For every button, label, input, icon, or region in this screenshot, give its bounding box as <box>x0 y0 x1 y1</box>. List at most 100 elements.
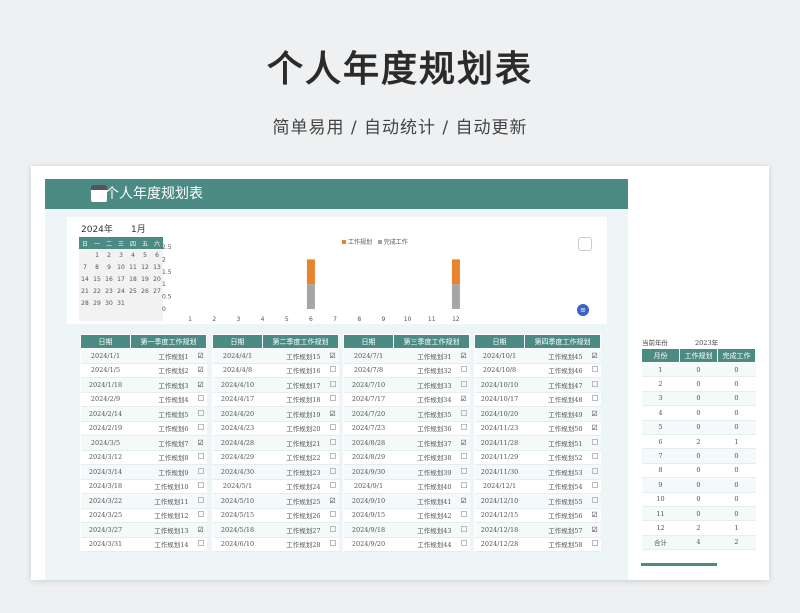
calendar-day[interactable]: 24 <box>115 285 127 297</box>
done-checkbox[interactable]: ☑ <box>194 363 207 378</box>
date-cell[interactable]: 2024/5/1 <box>212 479 263 494</box>
plan-cell[interactable]: 工作规划15 <box>262 348 327 364</box>
done-checkbox[interactable] <box>588 537 601 552</box>
done-checkbox[interactable] <box>588 450 601 465</box>
calendar-day[interactable]: 30 <box>103 297 115 309</box>
done-checkbox[interactable] <box>194 537 207 552</box>
done-checkbox[interactable]: ☑ <box>194 435 207 451</box>
plan-cell[interactable]: 工作规划5 <box>130 406 195 422</box>
plan-cell[interactable]: 工作规划3 <box>130 377 195 393</box>
date-cell[interactable]: 2024/7/23 <box>343 421 394 436</box>
date-cell[interactable]: 2024/4/20 <box>212 406 263 422</box>
done-checkbox[interactable]: ☑ <box>194 522 207 538</box>
date-cell[interactable]: 2024/1/1 <box>80 348 131 364</box>
date-cell[interactable]: 2024/10/1 <box>474 348 525 364</box>
calendar-year[interactable]: 2024年 <box>81 222 113 235</box>
plan-cell[interactable]: 工作规划48 <box>524 392 589 407</box>
plan-cell[interactable]: 工作规划35 <box>393 406 458 422</box>
plan-cell[interactable]: 工作规划20 <box>262 421 327 436</box>
plan-cell[interactable]: 工作规划1 <box>130 348 195 364</box>
calendar-day[interactable]: 4 <box>127 249 139 261</box>
done-checkbox[interactable]: ☑ <box>588 406 601 422</box>
date-cell[interactable]: 2024/12/28 <box>474 537 525 552</box>
date-cell[interactable]: 2024/10/8 <box>474 363 525 378</box>
date-cell[interactable]: 2024/7/17 <box>343 392 394 407</box>
date-cell[interactable]: 2024/3/31 <box>80 537 131 552</box>
plan-cell[interactable]: 工作规划38 <box>393 450 458 465</box>
date-cell[interactable]: 2024/4/29 <box>212 450 263 465</box>
plan-cell[interactable]: 工作规划41 <box>393 493 458 509</box>
calendar-day[interactable]: 28 <box>79 297 91 309</box>
plan-cell[interactable]: 工作规划26 <box>262 508 327 523</box>
done-checkbox[interactable] <box>588 493 601 509</box>
calendar-day[interactable] <box>127 297 139 309</box>
date-cell[interactable]: 2024/3/18 <box>80 479 131 494</box>
plan-cell[interactable]: 工作规划6 <box>130 421 195 436</box>
date-cell[interactable]: 2024/4/8 <box>212 363 263 378</box>
date-cell[interactable]: 2024/7/1 <box>343 348 394 364</box>
date-cell[interactable]: 2024/1/18 <box>80 377 131 393</box>
plan-cell[interactable]: 工作规划8 <box>130 450 195 465</box>
plan-cell[interactable]: 工作规划25 <box>262 493 327 509</box>
date-cell[interactable]: 2024/12/18 <box>474 522 525 538</box>
date-cell[interactable]: 2024/9/30 <box>343 464 394 480</box>
plan-cell[interactable]: 工作规划24 <box>262 479 327 494</box>
done-checkbox[interactable] <box>194 464 207 480</box>
done-checkbox[interactable] <box>194 450 207 465</box>
calendar-day[interactable]: 29 <box>91 297 103 309</box>
done-checkbox[interactable] <box>588 435 601 451</box>
calendar-day[interactable]: 1 <box>91 249 103 261</box>
date-cell[interactable]: 2024/11/23 <box>474 421 525 436</box>
date-cell[interactable]: 2024/4/1 <box>212 348 263 364</box>
date-cell[interactable]: 2024/4/10 <box>212 377 263 393</box>
calendar-day[interactable] <box>139 309 151 321</box>
date-cell[interactable]: 2024/3/22 <box>80 493 131 509</box>
done-checkbox[interactable] <box>326 464 339 480</box>
done-checkbox[interactable]: ☑ <box>457 348 470 364</box>
list-icon[interactable]: ≡ <box>577 304 589 316</box>
done-checkbox[interactable]: ☑ <box>326 348 339 364</box>
done-checkbox[interactable] <box>326 377 339 393</box>
done-checkbox[interactable] <box>457 537 470 552</box>
plan-cell[interactable]: 工作规划49 <box>524 406 589 422</box>
plan-cell[interactable]: 工作规划32 <box>393 363 458 378</box>
date-cell[interactable]: 2024/10/17 <box>474 392 525 407</box>
date-cell[interactable]: 2024/6/10 <box>212 537 263 552</box>
done-checkbox[interactable]: ☑ <box>588 508 601 523</box>
plan-cell[interactable]: 工作规划31 <box>393 348 458 364</box>
stats-year-value[interactable]: 2023年 <box>695 337 718 347</box>
done-checkbox[interactable] <box>588 363 601 378</box>
done-checkbox[interactable] <box>457 450 470 465</box>
plan-cell[interactable]: 工作规划54 <box>524 479 589 494</box>
plan-cell[interactable]: 工作规划4 <box>130 392 195 407</box>
calendar-day[interactable]: 10 <box>115 261 127 273</box>
plan-cell[interactable]: 工作规划56 <box>524 508 589 523</box>
done-checkbox[interactable] <box>326 435 339 451</box>
calendar-day[interactable]: 22 <box>91 285 103 297</box>
date-cell[interactable]: 2024/3/14 <box>80 464 131 480</box>
plan-cell[interactable]: 工作规划50 <box>524 421 589 436</box>
calendar-day[interactable]: 21 <box>79 285 91 297</box>
done-checkbox[interactable] <box>457 421 470 436</box>
plan-cell[interactable]: 工作规划18 <box>262 392 327 407</box>
done-checkbox[interactable]: ☑ <box>326 406 339 422</box>
plan-cell[interactable]: 工作规划33 <box>393 377 458 393</box>
plan-cell[interactable]: 工作规划27 <box>262 522 327 538</box>
date-cell[interactable]: 2024/7/20 <box>343 406 394 422</box>
done-checkbox[interactable] <box>457 522 470 538</box>
calendar-day[interactable] <box>91 309 103 321</box>
plan-cell[interactable]: 工作规划53 <box>524 464 589 480</box>
plan-cell[interactable]: 工作规划37 <box>393 435 458 451</box>
calendar-day[interactable]: 7 <box>79 261 91 273</box>
done-checkbox[interactable] <box>326 421 339 436</box>
done-checkbox[interactable] <box>194 392 207 407</box>
date-cell[interactable]: 2024/9/20 <box>343 537 394 552</box>
date-cell[interactable]: 2024/7/8 <box>343 363 394 378</box>
date-cell[interactable]: 2024/11/30 <box>474 464 525 480</box>
plan-cell[interactable]: 工作规划43 <box>393 522 458 538</box>
done-checkbox[interactable]: ☑ <box>457 493 470 509</box>
plan-cell[interactable]: 工作规划36 <box>393 421 458 436</box>
date-cell[interactable]: 2024/12/10 <box>474 493 525 509</box>
plan-cell[interactable]: 工作规划2 <box>130 363 195 378</box>
plan-cell[interactable]: 工作规划16 <box>262 363 327 378</box>
